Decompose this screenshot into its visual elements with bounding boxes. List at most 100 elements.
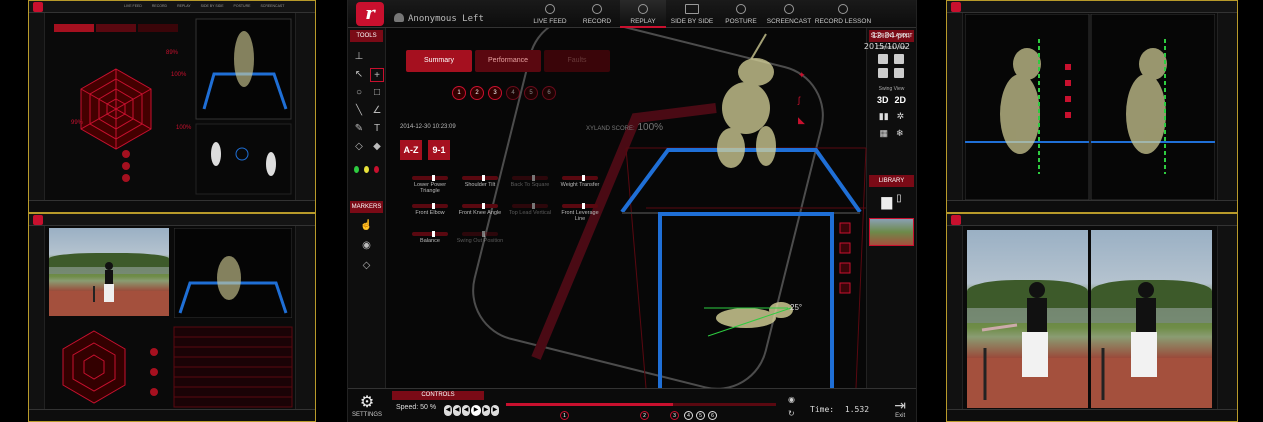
phase-5[interactable]: 5 xyxy=(524,86,538,100)
metric-item[interactable]: Top Lead Vertical xyxy=(506,203,554,216)
metric-item[interactable]: Back To Square xyxy=(506,175,554,188)
panel-top-right[interactable] xyxy=(946,0,1238,213)
folder-icon[interactable]: ▆ xyxy=(881,193,892,210)
nav-record-lesson[interactable]: RECORD LESSON xyxy=(814,0,872,28)
frame-forward-icon[interactable]: ▶ xyxy=(482,405,490,416)
fill-icon[interactable]: ◆ xyxy=(370,140,384,154)
markers-label: MARKERS xyxy=(350,201,383,213)
metric-item[interactable]: Weight Transfer xyxy=(556,175,604,188)
nav-record[interactable]: RECORD xyxy=(574,0,620,28)
phase-3[interactable]: 3 xyxy=(488,86,502,100)
metric-item[interactable]: Swing Out Position xyxy=(456,231,504,244)
speed-control[interactable]: Speed: 50 % xyxy=(396,404,436,411)
svg-text:◣: ◣ xyxy=(798,115,805,125)
metric-item[interactable]: Front Leverage Line xyxy=(556,203,604,222)
tab-faults[interactable]: Faults xyxy=(544,50,610,72)
frame-back-icon[interactable]: ◀ xyxy=(462,405,470,416)
nav-posture[interactable]: POSTURE xyxy=(718,0,764,28)
square-icon[interactable]: □ xyxy=(370,86,384,100)
crosshair-icon[interactable]: + xyxy=(370,68,384,82)
posture-icon xyxy=(736,4,746,14)
color-yellow[interactable] xyxy=(364,166,369,173)
phase-4[interactable]: 4 xyxy=(506,86,520,100)
refresh-icon[interactable]: ↻ xyxy=(788,409,795,418)
app-logo xyxy=(951,215,961,225)
phase-1[interactable]: 1 xyxy=(452,86,466,100)
snowflake-icon[interactable]: ❄ xyxy=(896,128,904,139)
sort-91-button[interactable]: 9-1 xyxy=(428,140,450,160)
settings-button[interactable]: ⚙ SETTINGS xyxy=(352,394,382,418)
tab-performance[interactable]: Performance xyxy=(475,50,541,72)
text-icon[interactable]: T xyxy=(370,122,384,136)
color-green[interactable] xyxy=(354,166,359,173)
swing-view-label: Swing View xyxy=(878,86,905,92)
eraser-icon[interactable]: ◇ xyxy=(360,259,374,273)
eye-icon[interactable]: ◉ xyxy=(788,395,795,404)
phase-2[interactable]: 2 xyxy=(470,86,484,100)
blank-tool xyxy=(370,50,384,64)
tool-grid: ⊥ ↖ + ○ □ ╲ ∠ ✎ T ◇ ◆ xyxy=(348,44,385,160)
metric-item[interactable]: Front Knee Angle xyxy=(456,203,504,216)
stack-view-icon[interactable] xyxy=(877,68,888,78)
footprints-icon[interactable]: ▮▮ xyxy=(879,111,889,122)
metric-item[interactable]: Front Elbow xyxy=(406,203,454,216)
play-icon[interactable]: ▶ xyxy=(471,405,481,416)
metric-item[interactable]: Lower Power Triangle xyxy=(406,175,454,194)
view-2d-button[interactable]: 2D xyxy=(895,95,907,105)
pencil-icon[interactable]: ✎ xyxy=(352,122,366,136)
clock-time: 12:34 pm xyxy=(871,31,910,40)
main-app: r Anonymous Left LIVE FEED RECORD REPLAY… xyxy=(347,0,917,422)
user-name[interactable]: Anonymous Left xyxy=(408,14,484,24)
line-icon[interactable]: ╲ xyxy=(352,104,366,118)
panel-top-left[interactable]: LIVE FEED RECORD REPLAY SIDE BY SIDE POSTURE… xyxy=(28,0,316,213)
skeleton-icon[interactable]: ✲ xyxy=(897,111,905,122)
grid-icon[interactable]: ▦ xyxy=(879,128,888,139)
nav-replay[interactable]: REPLAY xyxy=(620,0,666,28)
adjust-icon[interactable]: ⊥ xyxy=(352,50,366,64)
marker-strip xyxy=(839,222,851,294)
angle-icon[interactable]: ∠ xyxy=(370,104,384,118)
eraser-icon[interactable]: ◇ xyxy=(352,140,366,154)
phase-6[interactable]: 6 xyxy=(542,86,556,100)
timeline-marker-1[interactable]: 1 xyxy=(560,411,569,420)
timeline-marker-2[interactable]: 2 xyxy=(640,411,649,420)
nav-live-feed[interactable]: LIVE FEED xyxy=(526,0,574,28)
panel-bottom-right[interactable] xyxy=(946,213,1238,422)
circle-icon[interactable]: ○ xyxy=(352,86,366,100)
step-back-icon[interactable]: ◀ xyxy=(453,405,461,416)
step-forward-icon[interactable]: ▶ xyxy=(491,405,499,416)
exit-button[interactable]: ⇥ Exit xyxy=(894,397,906,419)
single-view-icon[interactable] xyxy=(877,54,888,64)
clock-icon xyxy=(545,4,555,14)
rewind-start-icon[interactable]: ◀ xyxy=(444,405,452,416)
trash-icon[interactable]: ▯ xyxy=(896,193,902,210)
record-icon xyxy=(592,4,602,14)
timeline-scrubber[interactable] xyxy=(506,403,776,406)
settings-label: SETTINGS xyxy=(352,412,383,418)
view-3d-button[interactable]: 3D xyxy=(877,95,889,105)
library-actions: ▆ ▯ xyxy=(867,193,916,210)
split-view-icon[interactable] xyxy=(893,54,904,64)
panel-bottom-left[interactable] xyxy=(28,213,316,422)
color-red[interactable] xyxy=(374,166,379,173)
quad-view-icon[interactable] xyxy=(893,68,904,78)
camera-layout-options xyxy=(867,54,916,78)
metric-item[interactable]: Balance xyxy=(406,231,454,244)
metric-item[interactable]: Shoulder Tilt xyxy=(456,175,504,188)
playback-controls: ⚙ SETTINGS CONTROLS Speed: 50 % ◀ ◀ ◀ ▶ … xyxy=(348,388,916,422)
timeline-marker-6[interactable]: 6 xyxy=(708,411,717,420)
nav-side-by-side[interactable]: SIDE BY SIDE xyxy=(666,0,718,28)
tab-summary[interactable]: Summary xyxy=(406,50,472,72)
pointer-icon[interactable]: ↖ xyxy=(352,68,366,82)
sort-az-button[interactable]: A-Z xyxy=(400,140,422,160)
nav-screencast[interactable]: SCREENCAST xyxy=(764,0,814,28)
timeline-marker-4[interactable]: 4 xyxy=(684,411,693,420)
eye-icon[interactable]: ◉ xyxy=(360,239,374,253)
timeline-progress xyxy=(506,403,674,406)
timeline-marker-3[interactable]: 3 xyxy=(670,411,679,420)
svg-text:100%: 100% xyxy=(171,72,187,78)
grid-options: ▦ ❄ xyxy=(867,128,916,139)
library-thumbnail[interactable] xyxy=(869,218,914,246)
hand-icon[interactable]: ☝ xyxy=(360,219,374,233)
timeline-marker-5[interactable]: 5 xyxy=(696,411,705,420)
